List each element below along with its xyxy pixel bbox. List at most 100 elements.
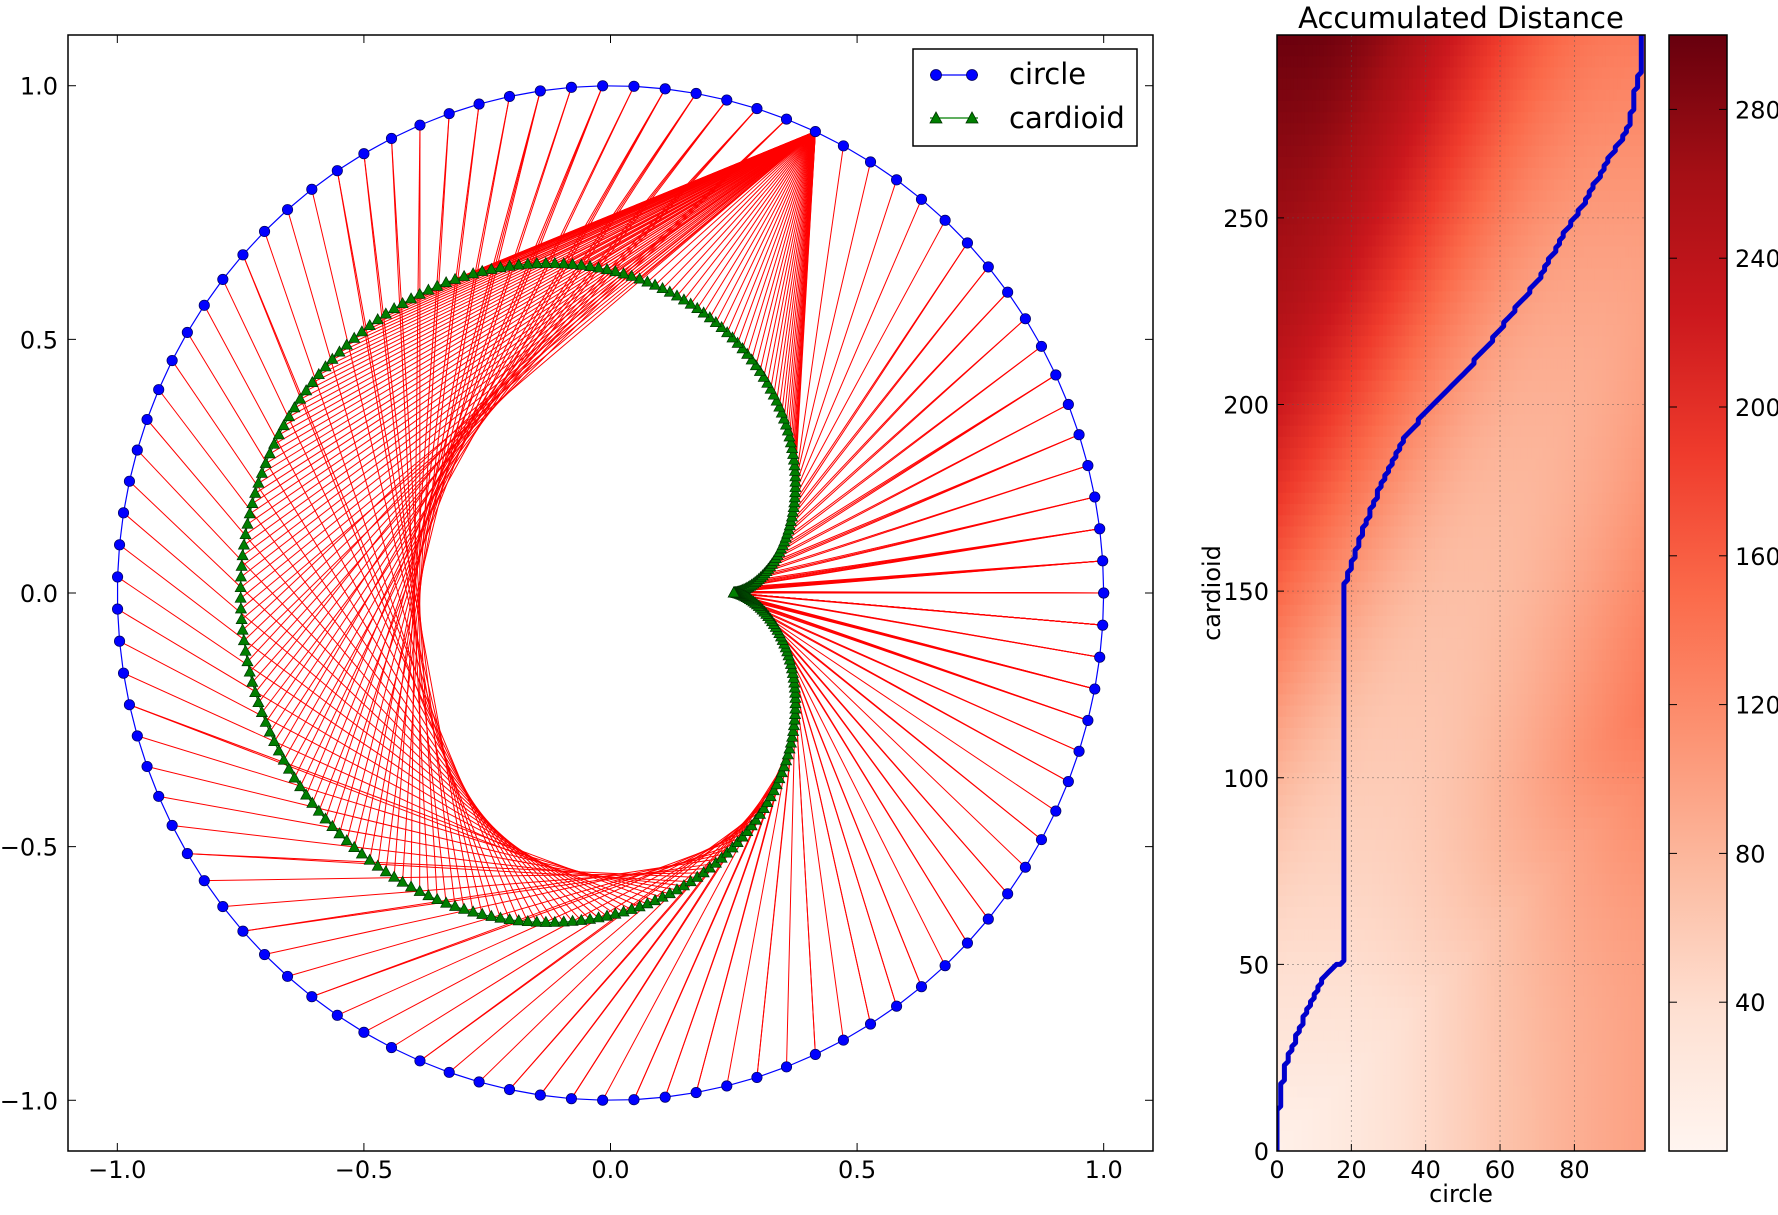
heatmap-cell <box>1364 581 1369 594</box>
heatmap-cell <box>1330 279 1336 292</box>
heatmap-cell <box>1371 682 1377 695</box>
heatmap-cell <box>1412 872 1417 885</box>
cardioid-point <box>246 496 259 508</box>
heatmap-cell <box>1308 469 1313 482</box>
heatmap-cell <box>1412 1130 1417 1143</box>
heatmap-cell <box>1390 145 1395 157</box>
heatmap-cell <box>1282 413 1287 426</box>
heatmap-cell <box>1327 895 1332 908</box>
heatmap-cell <box>1290 1007 1295 1020</box>
heatmap-cell <box>1408 290 1414 303</box>
heatmap-cell <box>1308 1085 1313 1098</box>
heatmap-cell <box>1345 805 1351 818</box>
heatmap-cell <box>1278 100 1284 113</box>
heatmap-cell <box>1330 469 1336 482</box>
heatmap-cell <box>1401 1029 1406 1042</box>
circle-point <box>1098 587 1110 599</box>
heatmap-cell <box>1290 268 1295 281</box>
heatmap-cell <box>1312 122 1317 135</box>
heatmap-cell <box>1379 727 1384 740</box>
heatmap-cell <box>1379 369 1384 381</box>
heatmap-cell <box>1278 940 1284 952</box>
heatmap-cell <box>1375 201 1380 213</box>
circle-point <box>1094 523 1106 535</box>
heatmap-cell <box>1360 481 1365 493</box>
heatmap-cell <box>1379 458 1384 471</box>
heatmap-cell <box>1416 805 1421 818</box>
heatmap-cell <box>1360 1063 1365 1076</box>
heatmap-cell <box>1327 1074 1332 1087</box>
heatmap-cell <box>1342 279 1347 292</box>
heatmap-cell <box>1364 940 1369 952</box>
heatmap-cell <box>1342 133 1347 146</box>
heatmap-cell <box>1382 346 1388 359</box>
heatmap-cell <box>1297 100 1302 113</box>
heatmap-cell <box>1330 167 1336 180</box>
heatmap-cell <box>1368 973 1373 986</box>
heatmap-cell <box>1278 593 1284 605</box>
heatmap-cell <box>1405 973 1410 986</box>
heatmap-cell <box>1349 593 1354 605</box>
heatmap-cell <box>1323 189 1328 202</box>
heatmap-cell <box>1301 436 1306 449</box>
heatmap-cell <box>1394 425 1399 437</box>
heatmap-cell <box>1386 503 1391 516</box>
heatmap-cell <box>1286 279 1291 292</box>
heatmap-cell <box>1397 1040 1403 1053</box>
heatmap-cell <box>1353 290 1358 303</box>
heatmap-cell <box>1334 122 1339 135</box>
circle-point <box>443 1066 455 1078</box>
heatmap-cell <box>1353 1130 1358 1143</box>
heatmap-cell <box>1319 783 1325 796</box>
heatmap-cell <box>1319 514 1325 527</box>
heatmap-cell <box>1416 458 1421 471</box>
heatmap-cell <box>1312 268 1317 281</box>
heatmap-cell <box>1316 615 1321 628</box>
heatmap-cell <box>1390 805 1395 818</box>
heatmap-cell <box>1293 626 1299 639</box>
cardioid-point <box>259 715 272 727</box>
heatmap-cell <box>1379 805 1384 818</box>
heatmap-cell <box>1412 1052 1417 1064</box>
heatmap-cell <box>1390 156 1395 169</box>
heatmap-cell <box>1416 380 1421 393</box>
match-line <box>448 802 768 1073</box>
heatmap-cell <box>1382 839 1388 852</box>
heatmap-cell <box>1356 648 1362 661</box>
heatmap-cell <box>1405 1007 1410 1020</box>
heatmap-cell <box>1405 1130 1410 1143</box>
heatmap-cell <box>1408 525 1414 538</box>
heatmap-cell <box>1297 301 1302 314</box>
heatmap-cell <box>1420 828 1425 840</box>
cardioid-point <box>379 307 392 319</box>
heatmap-cell <box>1327 369 1332 381</box>
heatmap-cell <box>1297 458 1302 471</box>
heatmap-cell <box>1304 760 1310 773</box>
heatmap-cell <box>1353 178 1358 191</box>
heatmap-cell <box>1297 749 1302 762</box>
heatmap-cell <box>1334 917 1339 930</box>
heatmap-cell <box>1416 223 1421 236</box>
heatmap-cell <box>1316 525 1321 538</box>
heatmap-cell <box>1290 816 1295 829</box>
heatmap-cell <box>1301 268 1306 281</box>
heatmap-cell <box>1397 850 1403 863</box>
heatmap-cell <box>1316 648 1321 661</box>
heatmap-cell <box>1368 1040 1373 1053</box>
heatmap-cell <box>1371 805 1377 818</box>
heatmap-cell <box>1375 682 1380 695</box>
heatmap-cell <box>1379 133 1384 146</box>
heatmap-cell <box>1353 940 1358 952</box>
match-line <box>339 131 816 353</box>
heatmap-cell <box>1356 906 1362 919</box>
heatmap-cell <box>1397 223 1403 236</box>
heatmap-cell <box>1390 917 1395 930</box>
heatmap-cell <box>1386 380 1391 393</box>
heatmap-cell <box>1353 704 1358 717</box>
circle-point <box>628 80 640 92</box>
heatmap-cell <box>1330 906 1336 919</box>
heatmap-cell <box>1412 760 1417 773</box>
heatmap-cell <box>1286 346 1291 359</box>
heatmap-cell <box>1319 760 1325 773</box>
heatmap-cell <box>1334 44 1339 57</box>
